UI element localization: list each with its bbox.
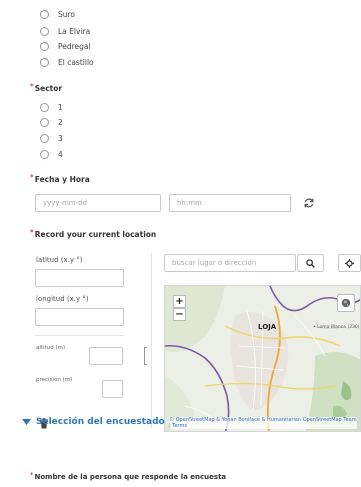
date-input[interactable] xyxy=(35,194,161,212)
bracket-divider xyxy=(144,347,147,365)
radio-option[interactable]: El castillo xyxy=(40,56,94,68)
radio-option-label: 3 xyxy=(58,133,63,143)
datetime-question-label: *Fecha y Hora xyxy=(30,173,90,184)
radio-button[interactable] xyxy=(40,26,49,36)
respondent-label-text: Nombre de la persona que responde la enc… xyxy=(34,473,227,481)
zoom-out-button[interactable]: − xyxy=(173,308,186,321)
search-button[interactable] xyxy=(297,254,324,272)
map-tiles xyxy=(165,286,360,431)
precision-label: precisión (m) xyxy=(36,377,73,383)
radio-option-label: 1 xyxy=(58,102,63,112)
altitude-label: altitud (m) xyxy=(36,345,66,351)
radio-button[interactable] xyxy=(40,9,49,19)
location-map[interactable]: + − LOJA • Loma Blanca (230) © OpenStree… xyxy=(164,285,361,432)
radio-button[interactable] xyxy=(40,149,49,159)
radio-option[interactable]: 2 xyxy=(40,116,63,128)
radio-button[interactable] xyxy=(40,102,49,112)
location-question-label: *Record your current location xyxy=(30,228,157,239)
divider xyxy=(35,335,124,336)
sector-question-label: *Sector xyxy=(30,82,63,93)
section-header[interactable]: Selección del encuestado xyxy=(22,417,165,427)
required-mark: * xyxy=(30,228,34,237)
search-icon xyxy=(306,258,315,268)
column-divider xyxy=(151,253,152,428)
radio-option-label: Suro xyxy=(58,9,76,19)
sector-label-text: Sector xyxy=(34,84,63,93)
globe-icon xyxy=(341,298,351,308)
time-input[interactable] xyxy=(169,194,291,212)
altitude-input[interactable] xyxy=(89,347,123,365)
radio-option[interactable]: La Elvira xyxy=(40,25,90,37)
radio-option[interactable]: 3 xyxy=(40,132,63,144)
radio-button[interactable] xyxy=(40,41,49,51)
search-location-input[interactable] xyxy=(164,254,296,272)
radio-option-label: 2 xyxy=(58,117,63,127)
respondent-question-label: *Nombre de la persona que responde la en… xyxy=(30,471,227,481)
map-city-label: LOJA xyxy=(258,323,277,331)
radio-button[interactable] xyxy=(40,117,49,127)
required-mark: * xyxy=(30,471,34,479)
longitude-label: longitud (x.y °) xyxy=(36,295,89,303)
radio-button[interactable] xyxy=(40,133,49,143)
location-label-text: Record your current location xyxy=(34,230,157,239)
latitude-input[interactable] xyxy=(35,269,124,287)
map-place-label: • Loma Blanca (230) xyxy=(313,325,360,330)
radio-button[interactable] xyxy=(40,57,49,67)
precision-input[interactable] xyxy=(102,380,123,398)
radio-option-label: El castillo xyxy=(58,57,94,67)
latitude-label: latitud (x.y °) xyxy=(36,256,83,264)
map-attribution[interactable]: © OpenStreetMap & Yohan Boniface & Human… xyxy=(169,417,357,429)
radio-option[interactable]: Pedregal xyxy=(40,40,91,52)
datetime-label-text: Fecha y Hora xyxy=(34,175,90,184)
radio-option-label: Pedregal xyxy=(58,41,91,51)
section-title: Selección del encuestado xyxy=(36,417,165,427)
caret-down-icon xyxy=(22,418,31,425)
locate-button[interactable] xyxy=(338,254,361,272)
required-mark: * xyxy=(30,173,34,182)
radio-option[interactable]: 4 xyxy=(40,148,63,160)
required-mark: * xyxy=(30,82,34,91)
radio-option[interactable]: Suro xyxy=(40,8,75,20)
refresh-icon[interactable] xyxy=(303,197,315,209)
radio-option-label: 4 xyxy=(58,149,63,159)
zoom-in-button[interactable]: + xyxy=(173,295,186,308)
radio-option[interactable]: 1 xyxy=(40,101,63,113)
crosshair-icon xyxy=(345,258,354,268)
longitude-input[interactable] xyxy=(35,308,124,326)
layers-button[interactable] xyxy=(337,294,355,312)
radio-option-label: La Elvira xyxy=(58,26,91,36)
